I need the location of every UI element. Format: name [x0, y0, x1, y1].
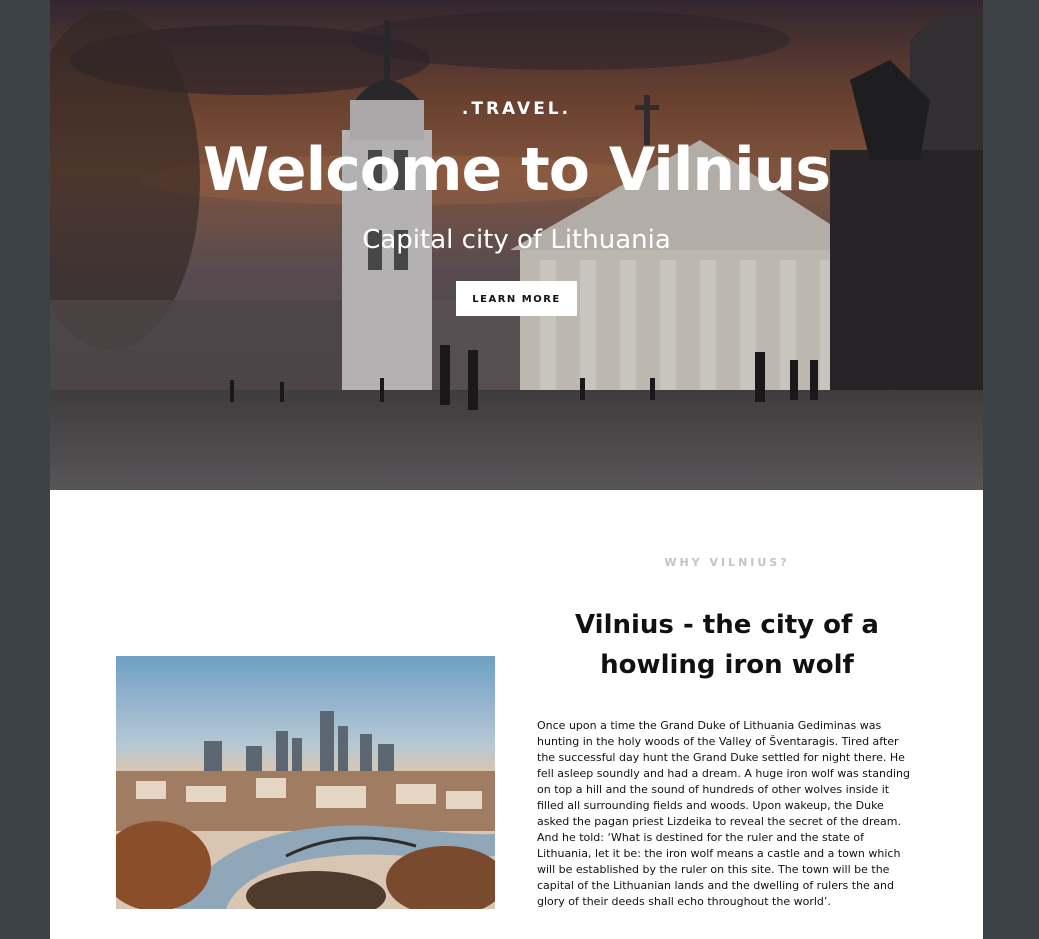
section-eyebrow: WHY VILNIUS? [664, 556, 790, 569]
hero-section: .TRAVEL. Welcome to Vilnius Capital city… [50, 0, 983, 490]
learn-more-button[interactable]: LEARN MORE [456, 281, 577, 316]
hero-subtitle: Capital city of Lithuania [362, 225, 671, 255]
city-panorama-image [116, 656, 495, 909]
brand-logo[interactable]: .TRAVEL. [50, 99, 983, 119]
hero-title: Welcome to Vilnius [202, 135, 831, 205]
page: .TRAVEL. Welcome to Vilnius Capital city… [50, 0, 983, 939]
section-title: Vilnius - the city of a howling iron wol… [575, 610, 879, 680]
section-body-text: Once upon a time the Grand Duke of Lithu… [537, 719, 910, 908]
